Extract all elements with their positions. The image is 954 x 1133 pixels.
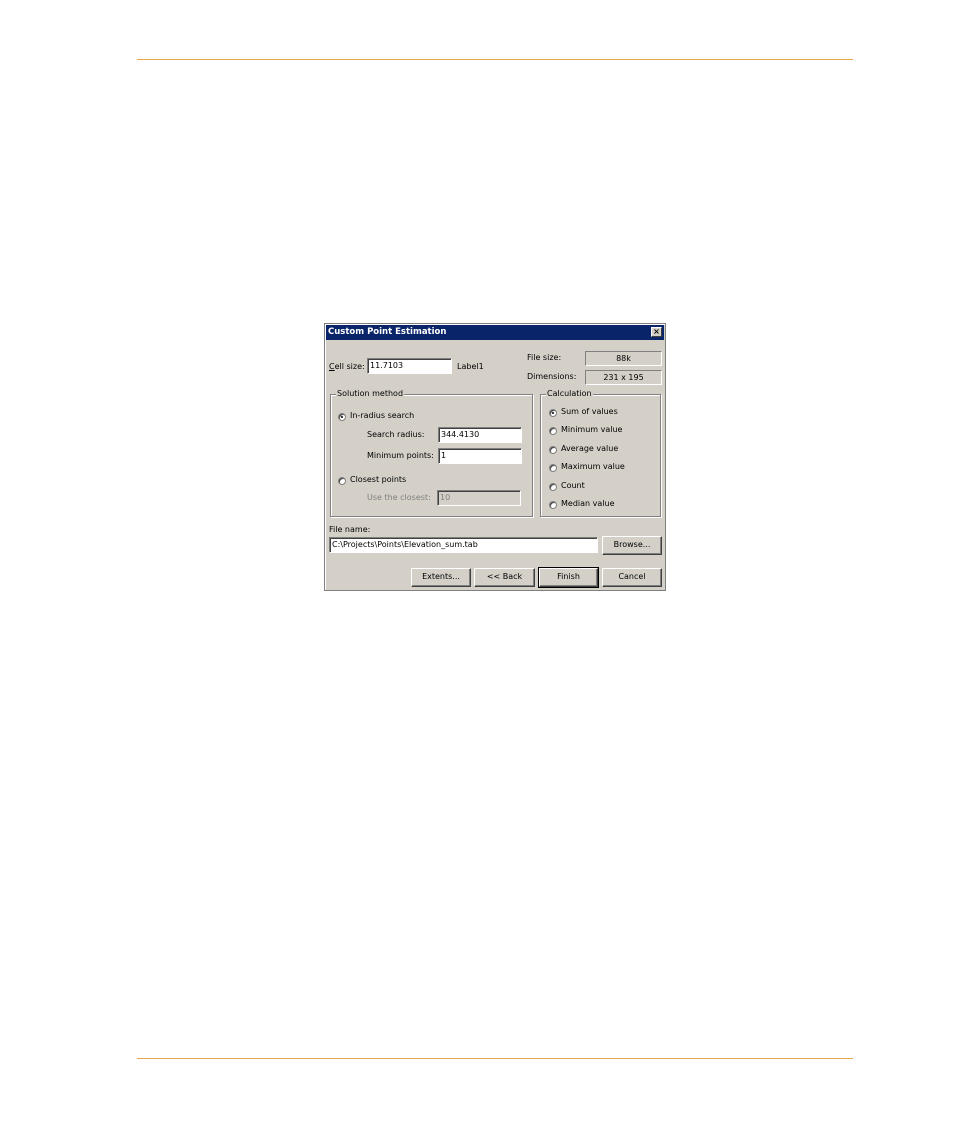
minimum-points-label: Minimum points: <box>367 451 434 460</box>
count-radio[interactable] <box>549 483 557 491</box>
dimensions-value: 231 x 195 <box>585 370 662 385</box>
cell-size-label: Cell size: <box>329 362 365 371</box>
closest-points-label[interactable]: Closest points <box>350 475 406 484</box>
close-button[interactable]: × <box>651 327 662 337</box>
maximum-value-radio[interactable] <box>549 464 557 472</box>
custom-point-estimation-dialog: Custom Point Estimation × Cell size: 11.… <box>324 323 666 591</box>
calculation-group: Calculation Sum of values Minimum value … <box>540 389 661 517</box>
file-name-label: File name: <box>329 525 371 534</box>
back-button[interactable]: << Back <box>474 568 535 587</box>
browse-button[interactable]: Browse... <box>602 536 662 555</box>
minimum-value-radio[interactable] <box>549 427 557 435</box>
calculation-legend: Calculation <box>546 389 593 398</box>
use-closest-label: Use the closest: <box>367 493 431 502</box>
title-bar[interactable]: Custom Point Estimation × <box>326 325 664 340</box>
dimensions-label: Dimensions: <box>527 372 577 381</box>
close-icon: × <box>653 327 660 336</box>
finish-button[interactable]: Finish <box>538 567 599 588</box>
in-radius-search-radio[interactable] <box>338 413 346 421</box>
cell-size-label-rest: ell size: <box>334 362 365 371</box>
file-size-label: File size: <box>527 353 562 362</box>
closest-points-radio[interactable] <box>338 477 346 485</box>
in-radius-search-label[interactable]: In-radius search <box>350 411 414 420</box>
search-radius-input[interactable]: 344.4130 <box>438 427 522 443</box>
search-radius-label: Search radius: <box>367 430 425 439</box>
sum-of-values-label[interactable]: Sum of values <box>561 407 618 416</box>
count-label[interactable]: Count <box>561 481 585 490</box>
dialog-title: Custom Point Estimation <box>328 327 447 337</box>
extents-button[interactable]: Extents... <box>411 568 471 587</box>
median-value-label[interactable]: Median value <box>561 499 615 508</box>
maximum-value-label[interactable]: Maximum value <box>561 462 625 471</box>
minimum-value-label[interactable]: Minimum value <box>561 425 622 434</box>
file-name-input[interactable]: C:\Projects\Points\Elevation_sum.tab <box>329 537 598 553</box>
footer-rule <box>137 1058 853 1059</box>
average-value-label[interactable]: Average value <box>561 444 618 453</box>
minimum-points-input[interactable]: 1 <box>438 448 522 464</box>
use-closest-input: 10 <box>437 490 521 506</box>
average-value-radio[interactable] <box>549 446 557 454</box>
median-value-radio[interactable] <box>549 501 557 509</box>
solution-method-legend: Solution method <box>336 389 405 398</box>
cell-size-input[interactable]: 11.7103 <box>367 358 452 374</box>
cancel-button[interactable]: Cancel <box>602 568 662 587</box>
header-rule <box>137 59 853 60</box>
sum-of-values-radio[interactable] <box>549 409 557 417</box>
solution-method-group: Solution method In-radius search Search … <box>330 389 533 517</box>
cell-size-unit-label: Label1 <box>457 362 484 371</box>
file-size-value: 88k <box>585 351 662 366</box>
